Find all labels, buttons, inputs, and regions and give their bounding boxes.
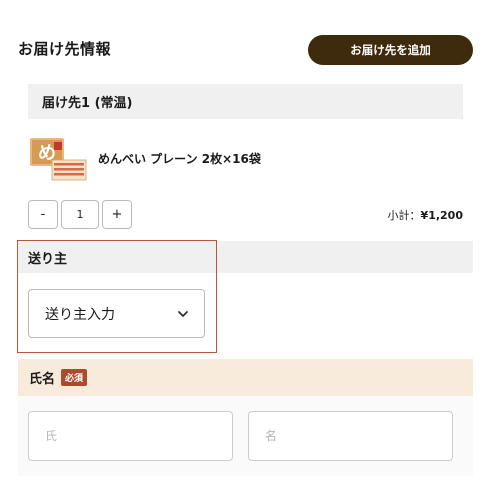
required-badge: 必須 (61, 369, 88, 386)
add-destination-button[interactable]: お届け先を追加 (308, 35, 473, 65)
quantity-increase-button[interactable]: + (102, 200, 132, 229)
destination-header: 届け先1 (常温) (28, 84, 463, 119)
sender-highlight-frame (17, 240, 217, 353)
subtotal: 小計：¥1,200 (388, 207, 463, 223)
name-header: 氏名 必須 (18, 359, 473, 396)
first-name-input[interactable] (248, 411, 453, 461)
last-name-input[interactable] (28, 411, 233, 461)
subtotal-amount: ¥1,200 (420, 209, 463, 222)
product-image: め (30, 138, 87, 181)
product-name: めんべい プレーン 2枚×16袋 (98, 152, 261, 166)
quantity-input[interactable]: 1 (61, 200, 99, 229)
subtotal-label: 小計： (387, 209, 421, 222)
page-title: お届け先情報 (18, 40, 112, 58)
name-label: 氏名 (29, 372, 56, 387)
quantity-decrease-button[interactable]: - (28, 200, 58, 229)
